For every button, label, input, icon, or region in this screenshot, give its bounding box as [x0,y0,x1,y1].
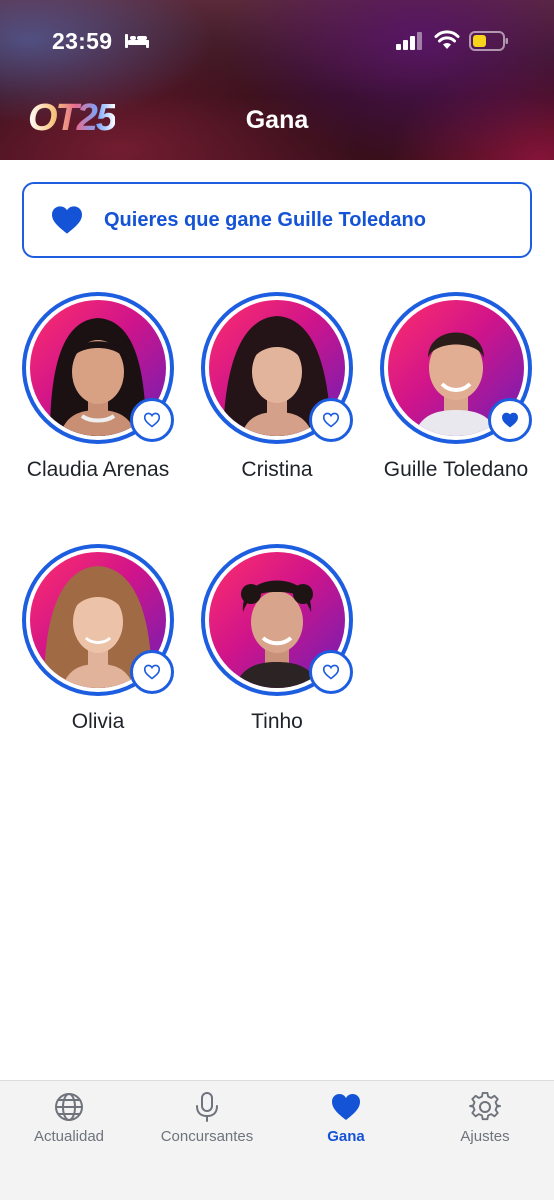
tab-concursantes[interactable]: Concursantes [138,1081,276,1161]
favorite-button[interactable] [309,398,353,442]
page-title: Gana [245,106,309,134]
favorite-button[interactable] [130,650,174,694]
heart-outline-icon [143,664,161,680]
app-header: 23:59 OT25 Gana [0,0,554,160]
tab-label: Concursantes [160,1128,254,1145]
cellular-signal-icon [396,32,422,50]
globe-icon [55,1093,83,1121]
heart-icon [332,1094,360,1120]
tab-label: Ajustes [460,1128,510,1145]
heart-outline-icon [322,664,340,680]
battery-icon [469,31,508,51]
tab-label: Actualidad [33,1128,105,1145]
bottom-tab-bar: Actualidad Concursantes Gana Ajustes [0,1080,554,1200]
gear-icon [469,1091,501,1121]
tab-gana[interactable]: Gana [277,1081,415,1161]
wifi-icon [434,30,460,49]
tab-ajustes[interactable]: Ajustes [416,1081,554,1161]
vote-selection-text: Quieres que gane Guille Toledano [104,208,426,231]
favorite-button[interactable] [488,398,532,442]
heart-outline-icon [143,412,161,428]
contestant-name: Cristina [241,458,313,481]
tab-actualidad[interactable]: Actualidad [0,1081,138,1161]
status-bar: 23:59 [0,0,554,84]
favorite-button[interactable] [309,650,353,694]
status-time: 23:59 [52,28,113,54]
microphone-icon [196,1092,218,1122]
heart-icon [52,206,82,234]
vote-selection-banner: Quieres que gane Guille Toledano [22,182,532,258]
favorite-button[interactable] [130,398,174,442]
heart-filled-icon [501,412,519,428]
bed-icon [125,34,149,48]
contestant-name: Olivia [71,710,125,733]
tab-label: Gana [327,1128,365,1145]
contestant-name: Guille Toledano [383,458,529,481]
contestant-name: Tinho [251,710,303,733]
heart-outline-icon [322,412,340,428]
contestant-name: Claudia Arenas [26,458,170,481]
